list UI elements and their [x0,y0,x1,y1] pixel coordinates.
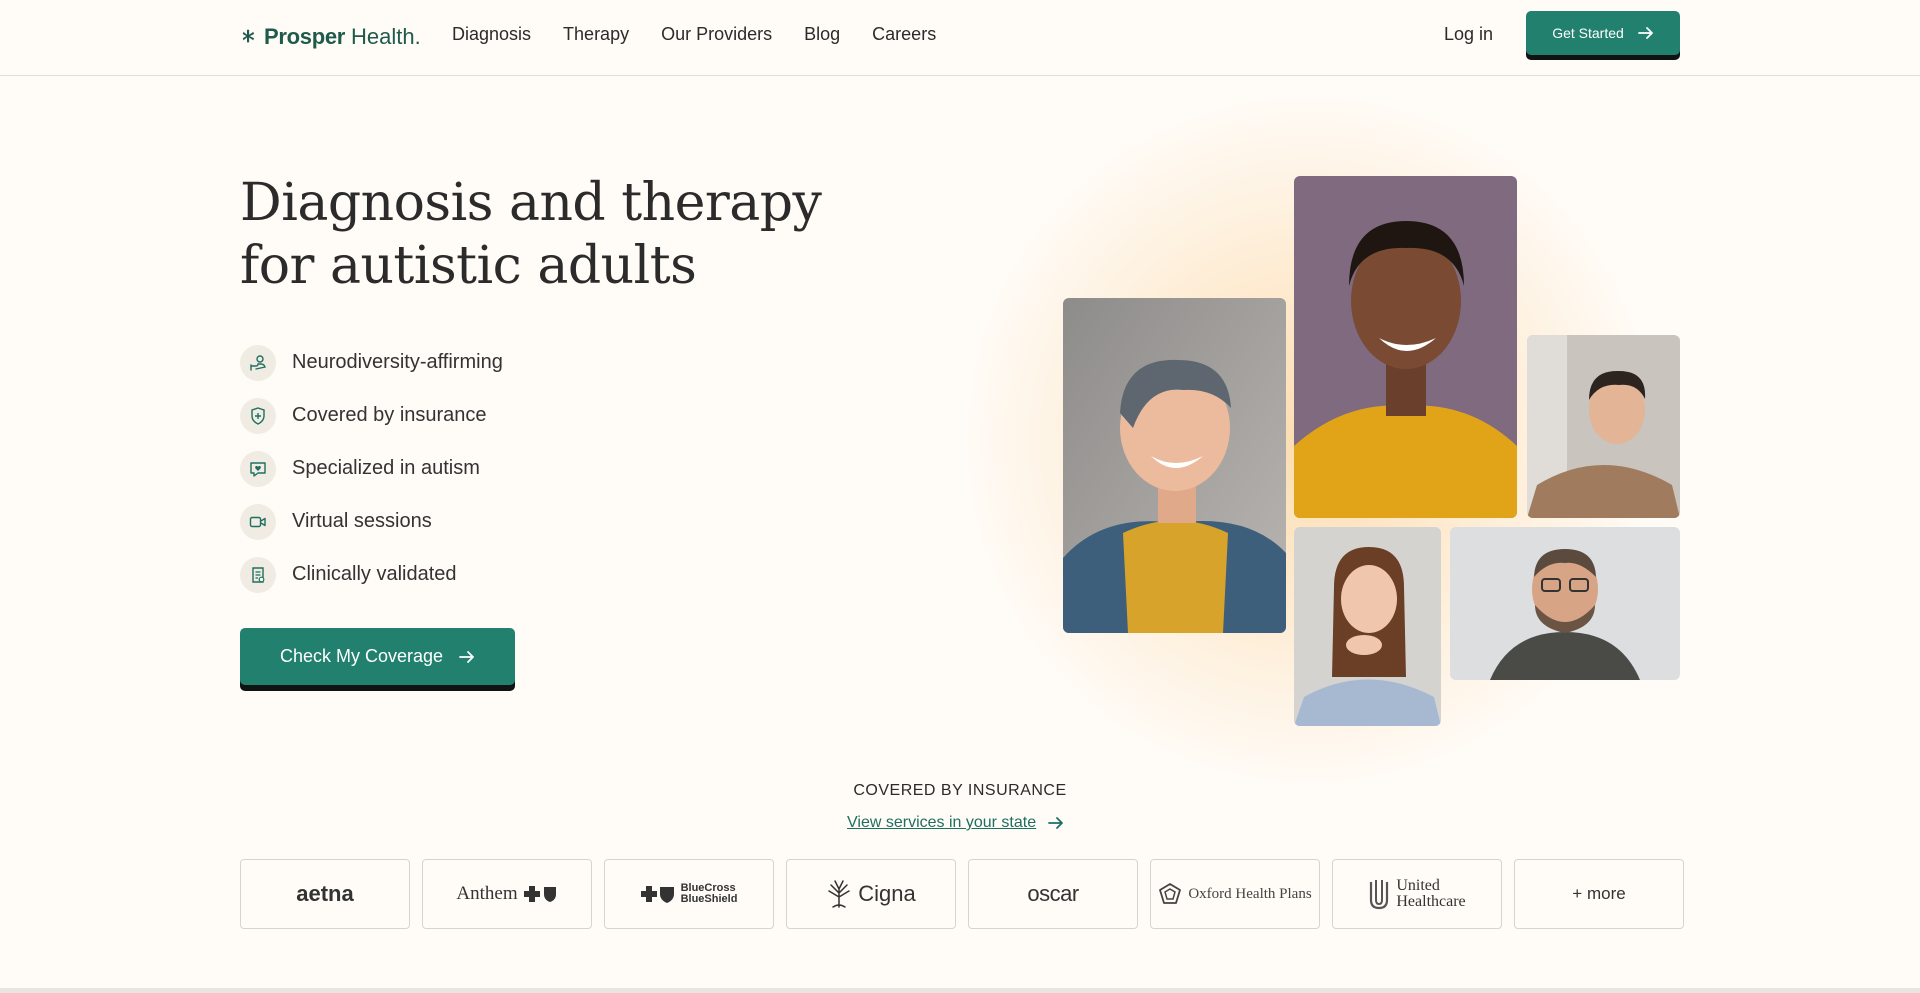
anthem-logo: Anthem [456,883,518,904]
hero-title-line-2: for autistic adults [240,236,697,296]
oscar-logo: oscar [1027,881,1079,906]
cross-shield-icon [523,886,556,902]
arrow-right-icon [459,650,474,663]
insurance-card-more[interactable]: + more [1514,859,1684,929]
prosper-health-logo[interactable]: Prosper Health. [240,22,421,52]
oxford-emblem-icon [1159,883,1182,904]
insurance-card-oscar[interactable]: oscar [968,859,1138,929]
insurance-card-united-healthcare[interactable]: United Healthcare [1332,859,1502,929]
bcbs-logo-line-2: BlueShield [680,893,738,905]
chat-heart-icon [240,450,276,487]
get-started-button[interactable]: Get Started [1526,11,1680,55]
clipboard-check-icon [240,556,276,593]
nav-link-blog[interactable]: Blog [804,24,840,45]
feature-label: Virtual sessions [292,510,432,532]
arrow-right-icon [1637,27,1653,39]
nav-link-diagnosis[interactable]: Diagnosis [452,24,531,45]
view-services-link[interactable]: View services in your state [847,814,1064,832]
feature-label: Neurodiversity-affirming [292,351,503,373]
insurance-card-bcbs[interactable]: BlueCross BlueShield [604,859,774,929]
section-divider [0,988,1920,993]
feature-item: Virtual sessions [240,495,503,548]
uhc-logo-line-2: Healthcare [1396,893,1466,910]
insurance-card-aetna[interactable]: aetna [240,859,410,929]
feature-label: Specialized in autism [292,457,480,479]
hero-title: Diagnosis and therapy for autistic adult… [240,172,880,298]
check-coverage-label: Check My Coverage [279,646,444,666]
view-services-label: View services in your state [847,814,1037,831]
site-header: Prosper Health. Diagnosis Therapy Our Pr… [0,0,1920,76]
logo-wordmark-suffix: Health. [351,24,421,49]
nav-link-our-providers[interactable]: Our Providers [661,24,772,45]
logo-wordmark: Prosper [264,24,346,49]
united-healthcare-logo: United Healthcare [1396,878,1465,910]
bcbs-logo: BlueCross BlueShield [681,883,738,905]
video-camera-icon [240,503,276,540]
photo-smiling-woman-yellow-shirt [1294,176,1517,518]
uhc-emblem-icon [1370,880,1389,910]
hand-heart-icon [240,344,276,381]
insurance-card-oxford[interactable]: Oxford Health Plans [1150,859,1320,929]
feature-item: Clinically validated [240,548,503,601]
uhc-logo-line-1: United [1396,877,1440,894]
photo-bearded-man-glasses [1450,527,1680,680]
nav-link-therapy[interactable]: Therapy [563,24,629,45]
aetna-logo: aetna [296,881,354,906]
insurance-card-cigna[interactable]: Cigna [786,859,956,929]
get-started-label: Get Started [1552,25,1624,41]
photo-woman-hand-on-chin [1294,527,1441,726]
tree-of-life-icon [828,880,850,908]
cigna-logo: Cigna [858,881,916,906]
main-nav: Diagnosis Therapy Our Providers Blog Car… [452,24,936,45]
hero-title-line-1: Diagnosis and therapy [240,173,822,233]
prosper-logo-mark-icon [242,29,254,43]
feature-label: Clinically validated [292,563,457,585]
insurance-card-anthem[interactable]: Anthem [422,859,592,929]
nav-link-careers[interactable]: Careers [872,24,936,45]
oxford-logo: Oxford Health Plans [1188,885,1312,902]
check-coverage-button[interactable]: Check My Coverage [240,628,515,685]
feature-item: Neurodiversity-affirming [240,336,503,389]
feature-list: Neurodiversity-affirming Covered by insu… [240,336,503,601]
photo-smiling-person-denim-jacket [1063,298,1286,633]
cross-shield-icon [640,886,674,903]
more-insurers-label: + more [1572,884,1626,903]
insurance-logo-row: aetna Anthem BlueCross BlueShield Cigna … [240,859,1684,929]
feature-item: Specialized in autism [240,442,503,495]
arrow-right-icon [1048,817,1064,829]
feature-label: Covered by insurance [292,404,487,426]
insurance-heading: COVERED BY INSURANCE [853,782,1067,799]
photo-smiling-man-brown-sweater [1527,335,1680,518]
login-link[interactable]: Log in [1444,24,1493,45]
shield-plus-icon [240,397,276,434]
feature-item: Covered by insurance [240,389,503,442]
